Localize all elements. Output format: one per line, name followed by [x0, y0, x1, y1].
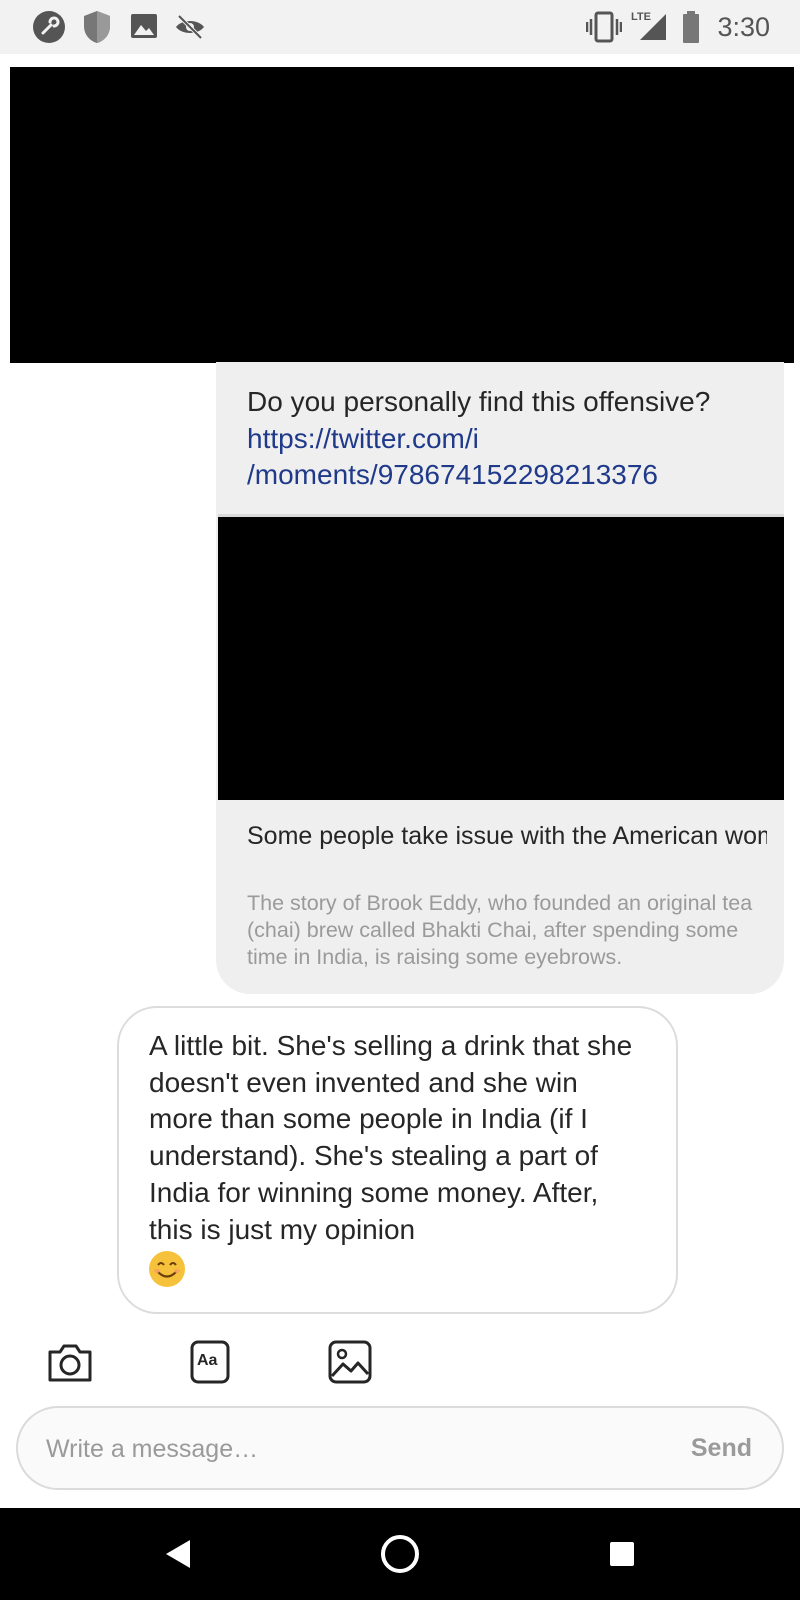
battery-icon: [682, 10, 700, 49]
eye-off-icon: [174, 10, 206, 47]
link-preview-description: The story of Brook Eddy, who founded an …: [247, 891, 753, 969]
sent-message-body: A little bit. She's selling a drink that…: [149, 1030, 633, 1245]
system-nav-bar: [0, 1508, 800, 1600]
shield-icon: [82, 10, 112, 49]
smiling-face-emoji: [149, 1250, 185, 1287]
back-icon[interactable]: [138, 1508, 218, 1600]
received-message-bubble[interactable]: Do you personally find this offensive? h…: [216, 362, 784, 994]
link-preview-image[interactable]: [218, 514, 784, 800]
vibrate-icon: [585, 10, 623, 49]
text-style-button[interactable]: Aa: [190, 1340, 240, 1384]
message-link[interactable]: https://twitter.com/i/moments/9786741522…: [247, 423, 658, 491]
home-icon[interactable]: [360, 1508, 440, 1600]
message-link-line1: https://twitter.com/i: [247, 422, 479, 454]
received-message-prefix: Do you personally find this offensive?: [247, 386, 711, 417]
send-button[interactable]: Send: [691, 1434, 752, 1463]
status-bar: LTE 3:30: [0, 0, 800, 54]
message-link-line2: /moments/978674152298213376: [247, 459, 659, 490]
message-input[interactable]: [46, 1426, 606, 1472]
received-message-text: Do you personally find this offensive? h…: [247, 384, 747, 494]
redacted-header: [10, 67, 794, 363]
sent-message-text: A little bit. She's selling a drink that…: [149, 1028, 649, 1287]
gallery-icon[interactable]: [328, 1340, 378, 1384]
camera-icon[interactable]: [46, 1340, 96, 1384]
signal-icon: [636, 10, 668, 47]
status-time: 3:30: [717, 12, 770, 42]
key-icon: [32, 10, 66, 49]
text-style-label: Aa: [197, 1352, 218, 1369]
link-preview-title[interactable]: Some people take issue with the American…: [247, 820, 767, 852]
recents-icon[interactable]: [582, 1508, 662, 1600]
sent-message-bubble[interactable]: A little bit. She's selling a drink that…: [117, 1006, 678, 1314]
image-icon: [130, 10, 158, 47]
screen: LTE 3:30 Do you personally find this off…: [0, 0, 800, 1600]
message-composer: Send: [16, 1406, 784, 1490]
